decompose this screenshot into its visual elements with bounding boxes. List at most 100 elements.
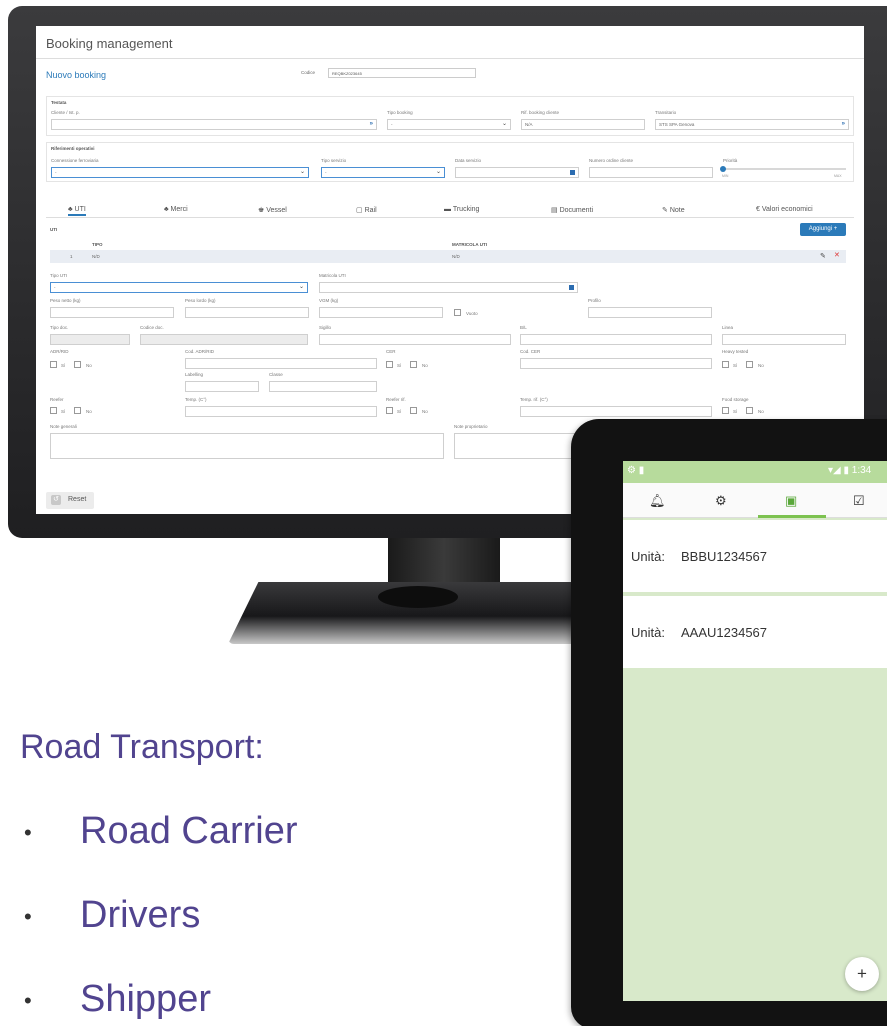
adr-no-checkbox[interactable]	[74, 361, 81, 368]
labelling-label: Labelling	[185, 372, 204, 377]
heavy-no-checkbox[interactable]	[746, 361, 753, 368]
temp-field[interactable]	[185, 406, 377, 417]
food-si-checkbox[interactable]	[722, 407, 729, 414]
classe-field[interactable]	[269, 381, 377, 392]
delete-icon[interactable]: ✕	[834, 251, 840, 259]
column-header-tipo: TIPO	[92, 242, 103, 247]
reefer-no-checkbox[interactable]	[74, 407, 81, 414]
add-button[interactable]: Aggiungi +	[800, 223, 846, 236]
tab-uti[interactable]: ♣ UTI	[68, 206, 86, 216]
calendar-icon[interactable]	[570, 170, 575, 175]
reset-button[interactable]: ↺ Reset	[46, 492, 94, 509]
linea-field[interactable]	[722, 334, 846, 345]
vgm-label: VGM (kg)	[319, 298, 339, 303]
slider-handle[interactable]	[720, 166, 726, 172]
cer-si-checkbox[interactable]	[386, 361, 393, 368]
cod-adr-label: Cod. ADR/RID	[185, 349, 215, 354]
tab-note[interactable]: ✎ Note	[662, 206, 685, 214]
vuoto-checkbox[interactable]	[454, 309, 461, 316]
status-bar: ⚙ ▮ ▾◢ ▮ 1:34	[623, 461, 887, 483]
rif-booking-field[interactable]: N/A	[521, 119, 645, 130]
vuoto-label: Vuoto	[466, 311, 478, 316]
cod-adr-field[interactable]	[185, 358, 377, 369]
tab-label: Rail	[364, 207, 377, 214]
data-servizio-field[interactable]	[455, 167, 579, 178]
calendar-icon[interactable]	[569, 285, 574, 290]
reefer-rif-si-checkbox[interactable]	[386, 407, 393, 414]
labelling-field[interactable]	[185, 381, 259, 392]
tab-valori-economici[interactable]: € Valori economici	[756, 206, 813, 213]
sigillo-label: Sigillo	[319, 325, 332, 330]
document-icon: ▤	[551, 207, 558, 214]
tipo-servizio-select[interactable]: - ⌄	[321, 167, 445, 178]
table-row[interactable]: 1 N/D N/D ✎ ✕	[50, 250, 846, 263]
tipo-uti-select[interactable]: - ⌄	[50, 282, 308, 293]
lookup-icon[interactable]: »	[370, 121, 373, 127]
checklist-icon[interactable]: ☑	[853, 493, 865, 509]
note-generali-textarea[interactable]	[50, 433, 444, 459]
add-fab-button[interactable]: +	[845, 957, 879, 991]
temp-rif-field[interactable]	[520, 406, 712, 417]
tab-trucking[interactable]: ▬ Trucking	[444, 206, 479, 213]
adr-si-checkbox[interactable]	[50, 361, 57, 368]
bullet-dot: •	[24, 904, 32, 929]
adr-label: ADR/RID	[50, 349, 69, 354]
profilo-field[interactable]	[588, 307, 712, 318]
matricola-field[interactable]	[319, 282, 578, 293]
cer-no-checkbox[interactable]	[410, 361, 417, 368]
codice-field[interactable]: REQBKZ023645	[328, 68, 476, 78]
list-item[interactable]: Unità: BBBU1234567	[623, 520, 887, 592]
peso-lordo-field[interactable]	[185, 307, 309, 318]
food-no-checkbox[interactable]	[746, 407, 753, 414]
numero-ordine-field[interactable]	[589, 167, 713, 178]
uti-icon: ♣	[68, 206, 73, 213]
tab-rail[interactable]: ▢ Rail	[356, 206, 377, 214]
peso-lordo-label: Peso lordo (kg)	[185, 298, 216, 303]
heading: Road Transport:	[20, 728, 264, 766]
tab-bar: ♣ UTI ♣ Merci ♚ Vessel ▢ Rail ▬ Trucking…	[46, 204, 854, 218]
row-matricola: N/D	[452, 254, 460, 259]
connessione-select[interactable]: - ⌄	[51, 167, 309, 178]
list-item[interactable]: Unità: AAAU1234567	[623, 596, 887, 668]
reefer-si-checkbox[interactable]	[50, 407, 57, 414]
codice-doc-field	[140, 334, 308, 345]
temp-label: Temp. (C°)	[185, 397, 207, 402]
no-label: No	[758, 409, 764, 414]
lookup-icon[interactable]: »	[842, 121, 845, 127]
truck-icon: ▬	[444, 206, 451, 213]
section-title: Riferimenti operativi	[51, 146, 95, 151]
unita-label: Unità:	[631, 625, 665, 640]
cod-cer-field[interactable]	[520, 358, 712, 369]
tab-documenti[interactable]: ▤ Documenti	[551, 206, 593, 214]
box-icon[interactable]: ▣	[785, 493, 797, 509]
pencil-icon[interactable]: ✎	[820, 252, 826, 260]
reefer-rif-no-checkbox[interactable]	[410, 407, 417, 414]
vgm-field[interactable]	[319, 307, 443, 318]
heavy-label: Heavy tested	[722, 349, 749, 354]
slider-min-label: MIN	[722, 174, 729, 178]
tab-label: Note	[669, 207, 685, 214]
priorita-slider[interactable]	[720, 166, 846, 172]
sigillo-field[interactable]	[319, 334, 511, 345]
bullet-text: Road Carrier	[80, 810, 298, 852]
bullet-text: Drivers	[80, 894, 201, 936]
column-header-matricola: MATRICOLA UTI	[452, 242, 487, 247]
transitario-field[interactable]: STS SPA Genova »	[655, 119, 849, 130]
si-label: Sì	[397, 363, 402, 368]
gear-icon[interactable]: ⚙	[715, 493, 727, 509]
heavy-si-checkbox[interactable]	[722, 361, 729, 368]
si-label: Sì	[61, 409, 66, 414]
tab-vessel[interactable]: ♚ Vessel	[258, 206, 287, 214]
si-label: Sì	[733, 409, 738, 414]
peso-netto-field[interactable]	[50, 307, 174, 318]
classe-label: Classe	[269, 372, 283, 377]
reefer-label: Reefer	[50, 397, 64, 402]
data-servizio-label: Data servizio	[455, 158, 482, 163]
cliente-field[interactable]: »	[51, 119, 377, 130]
bell-icon[interactable]: 🔔︎	[649, 493, 666, 509]
bl-field[interactable]	[520, 334, 712, 345]
profilo-label: Profilo	[588, 298, 601, 303]
tipo-booking-select[interactable]: - ⌄	[387, 119, 511, 130]
tab-merci[interactable]: ♣ Merci	[164, 206, 188, 213]
no-label: No	[86, 409, 92, 414]
